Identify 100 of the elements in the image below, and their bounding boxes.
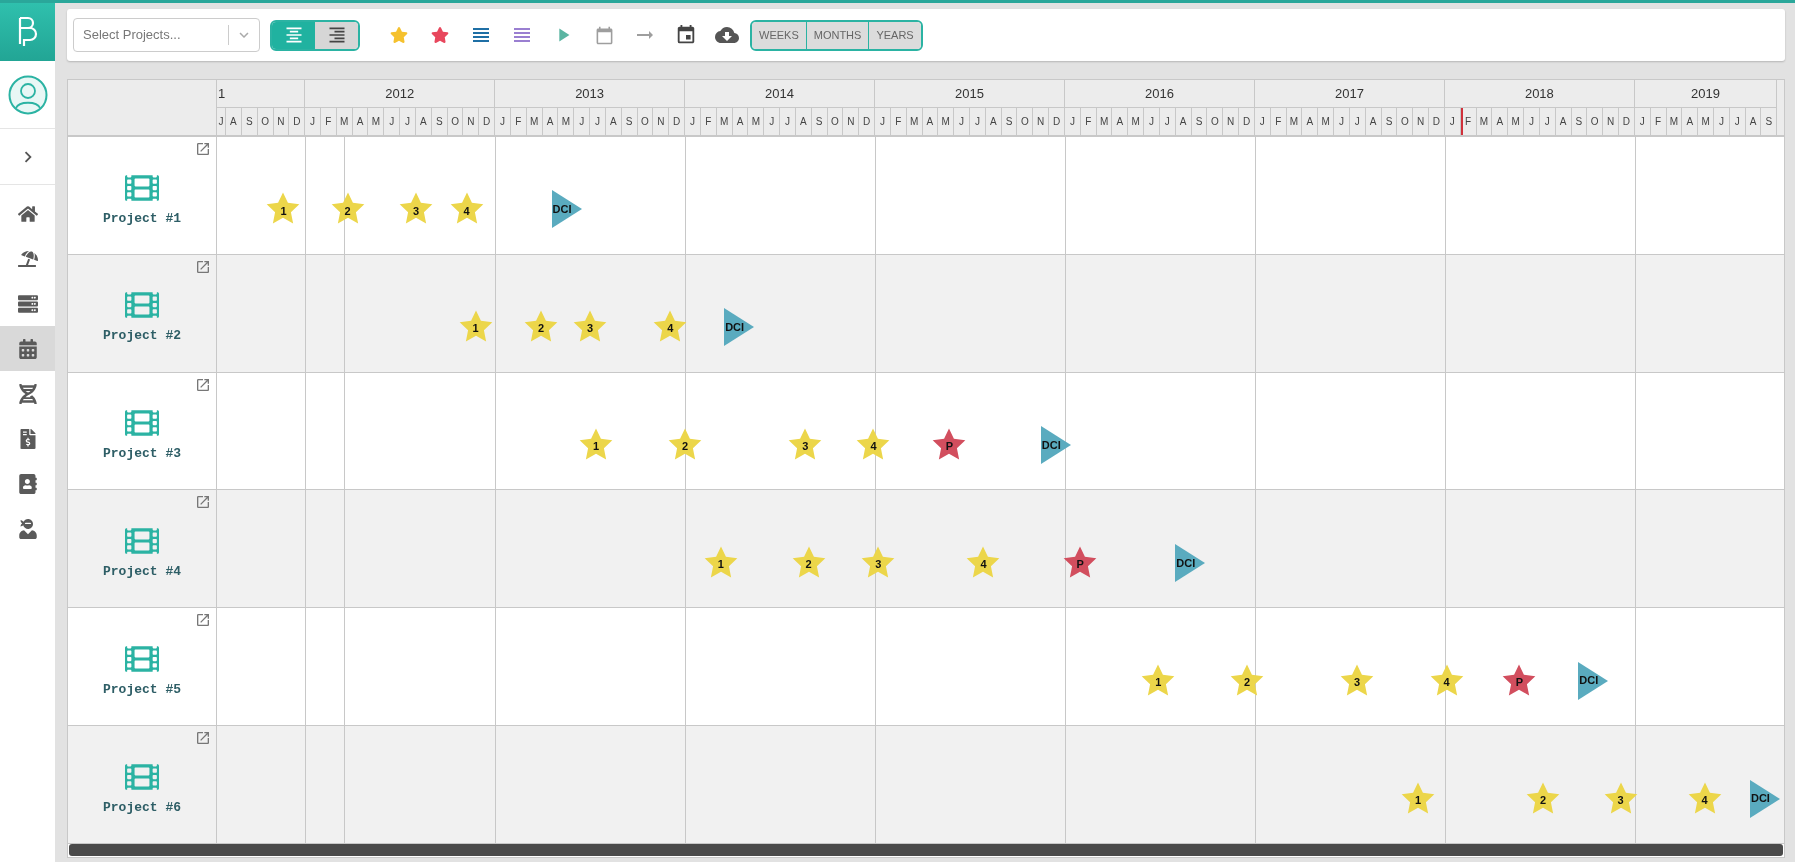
month-label: D bbox=[669, 108, 685, 135]
dci-marker[interactable]: DCI bbox=[1175, 543, 1206, 582]
dci-marker[interactable]: DCI bbox=[1749, 779, 1780, 818]
year-label: 2014 bbox=[685, 80, 875, 108]
month-label: S bbox=[811, 108, 828, 135]
month-label: S bbox=[1571, 108, 1588, 135]
month-label: A bbox=[1492, 108, 1509, 135]
month-label: J bbox=[1349, 108, 1366, 135]
month-label: M bbox=[1318, 108, 1335, 135]
month-label: A bbox=[1175, 108, 1192, 135]
month-label: J bbox=[1714, 108, 1730, 135]
month-label: J bbox=[574, 108, 591, 135]
month-label: A bbox=[226, 108, 242, 135]
month-label: M bbox=[906, 108, 923, 135]
month-label: M bbox=[1128, 108, 1145, 135]
month-label: A bbox=[415, 108, 432, 135]
address-book-icon bbox=[17, 473, 38, 494]
month-label: J bbox=[384, 108, 401, 135]
dci-marker[interactable]: DCI bbox=[1040, 426, 1071, 465]
open-link-icon[interactable] bbox=[195, 494, 211, 511]
month-label: S bbox=[1381, 108, 1398, 135]
month-label: M bbox=[716, 108, 733, 135]
month-label: D bbox=[1619, 108, 1634, 135]
month-label: J bbox=[764, 108, 781, 135]
project-name[interactable]: Project #2 bbox=[103, 326, 181, 346]
month-label: D bbox=[1239, 108, 1254, 135]
month-label: M bbox=[558, 108, 575, 135]
month-label: S bbox=[621, 108, 638, 135]
month-label: A bbox=[352, 108, 369, 135]
nav-item[interactable] bbox=[0, 326, 55, 371]
month-label: M bbox=[1666, 108, 1683, 135]
project-name[interactable]: Project #1 bbox=[103, 208, 181, 229]
month-label: F bbox=[510, 108, 527, 135]
project-select[interactable]: Select Projects... bbox=[73, 18, 260, 52]
month-label: O bbox=[257, 108, 274, 135]
month-label: D bbox=[289, 108, 305, 135]
month-label: F bbox=[1270, 108, 1287, 135]
month-label: M bbox=[1508, 108, 1525, 135]
month-label: N bbox=[653, 108, 670, 135]
month-label: M bbox=[1286, 108, 1303, 135]
dci-marker[interactable]: DCI bbox=[724, 308, 755, 347]
month-label: F bbox=[1080, 108, 1097, 135]
scale-tab[interactable]: WEEKS bbox=[752, 21, 806, 49]
project-name[interactable]: Project #4 bbox=[103, 562, 181, 582]
month-label: J bbox=[1444, 108, 1461, 135]
month-label: A bbox=[1302, 108, 1319, 135]
month-label: J bbox=[1334, 108, 1350, 135]
month-label: J bbox=[217, 108, 226, 135]
month-label: J bbox=[1634, 108, 1651, 135]
open-link-icon[interactable] bbox=[195, 141, 211, 157]
month-label: A bbox=[605, 108, 622, 135]
dci-marker[interactable]: DCI bbox=[551, 190, 582, 229]
month-label: O bbox=[1207, 108, 1224, 135]
align-button[interactable] bbox=[315, 21, 358, 49]
star-icon bbox=[431, 26, 449, 44]
month-label: A bbox=[922, 108, 939, 135]
month-label: M bbox=[336, 108, 353, 135]
calendar-icon bbox=[675, 24, 697, 46]
month-label: O bbox=[827, 108, 844, 135]
open-link-icon[interactable] bbox=[195, 612, 211, 629]
project-name[interactable]: Project #5 bbox=[103, 679, 181, 700]
month-label: A bbox=[542, 108, 559, 135]
year-label: 2015 bbox=[875, 80, 1064, 108]
open-link-icon[interactable] bbox=[195, 376, 211, 393]
calendar-icon bbox=[594, 25, 614, 45]
scale-tab[interactable]: MONTHS bbox=[805, 21, 869, 49]
month-label: S bbox=[241, 108, 258, 135]
month-label: M bbox=[1096, 108, 1113, 135]
month-label: O bbox=[1397, 108, 1414, 135]
month-label: S bbox=[1761, 108, 1777, 135]
project-name[interactable]: Project #3 bbox=[103, 444, 181, 464]
select-input[interactable]: Select Projects... bbox=[83, 25, 222, 45]
project-name[interactable]: Project #6 bbox=[103, 797, 181, 818]
month-label: O bbox=[637, 108, 654, 135]
scale-tab[interactable]: YEARS bbox=[868, 21, 921, 49]
month-label: D bbox=[479, 108, 495, 135]
month-label: D bbox=[1429, 108, 1444, 135]
month-label: J bbox=[305, 108, 321, 135]
month-label: J bbox=[970, 108, 986, 135]
dci-marker[interactable]: DCI bbox=[1578, 661, 1609, 700]
month-label: M bbox=[1476, 108, 1493, 135]
year-label: 2012 bbox=[305, 80, 495, 108]
year-label: 2016 bbox=[1065, 80, 1254, 108]
month-label: J bbox=[1729, 108, 1746, 135]
month-label: F bbox=[700, 108, 717, 135]
horizontal-scrollbar[interactable] bbox=[69, 844, 1783, 856]
avatar-icon[interactable] bbox=[7, 74, 48, 115]
dna-icon bbox=[17, 383, 38, 404]
month-label: J bbox=[1539, 108, 1556, 135]
month-label: J bbox=[780, 108, 796, 135]
month-label: M bbox=[938, 108, 955, 135]
month-label: N bbox=[273, 108, 290, 135]
month-label: N bbox=[843, 108, 860, 135]
month-label: F bbox=[321, 108, 337, 135]
month-label: N bbox=[1603, 108, 1619, 135]
month-label: J bbox=[1144, 108, 1160, 135]
month-label: M bbox=[526, 108, 543, 135]
open-link-icon[interactable] bbox=[195, 730, 211, 747]
month-label: A bbox=[1365, 108, 1382, 135]
open-link-icon[interactable] bbox=[195, 258, 211, 275]
